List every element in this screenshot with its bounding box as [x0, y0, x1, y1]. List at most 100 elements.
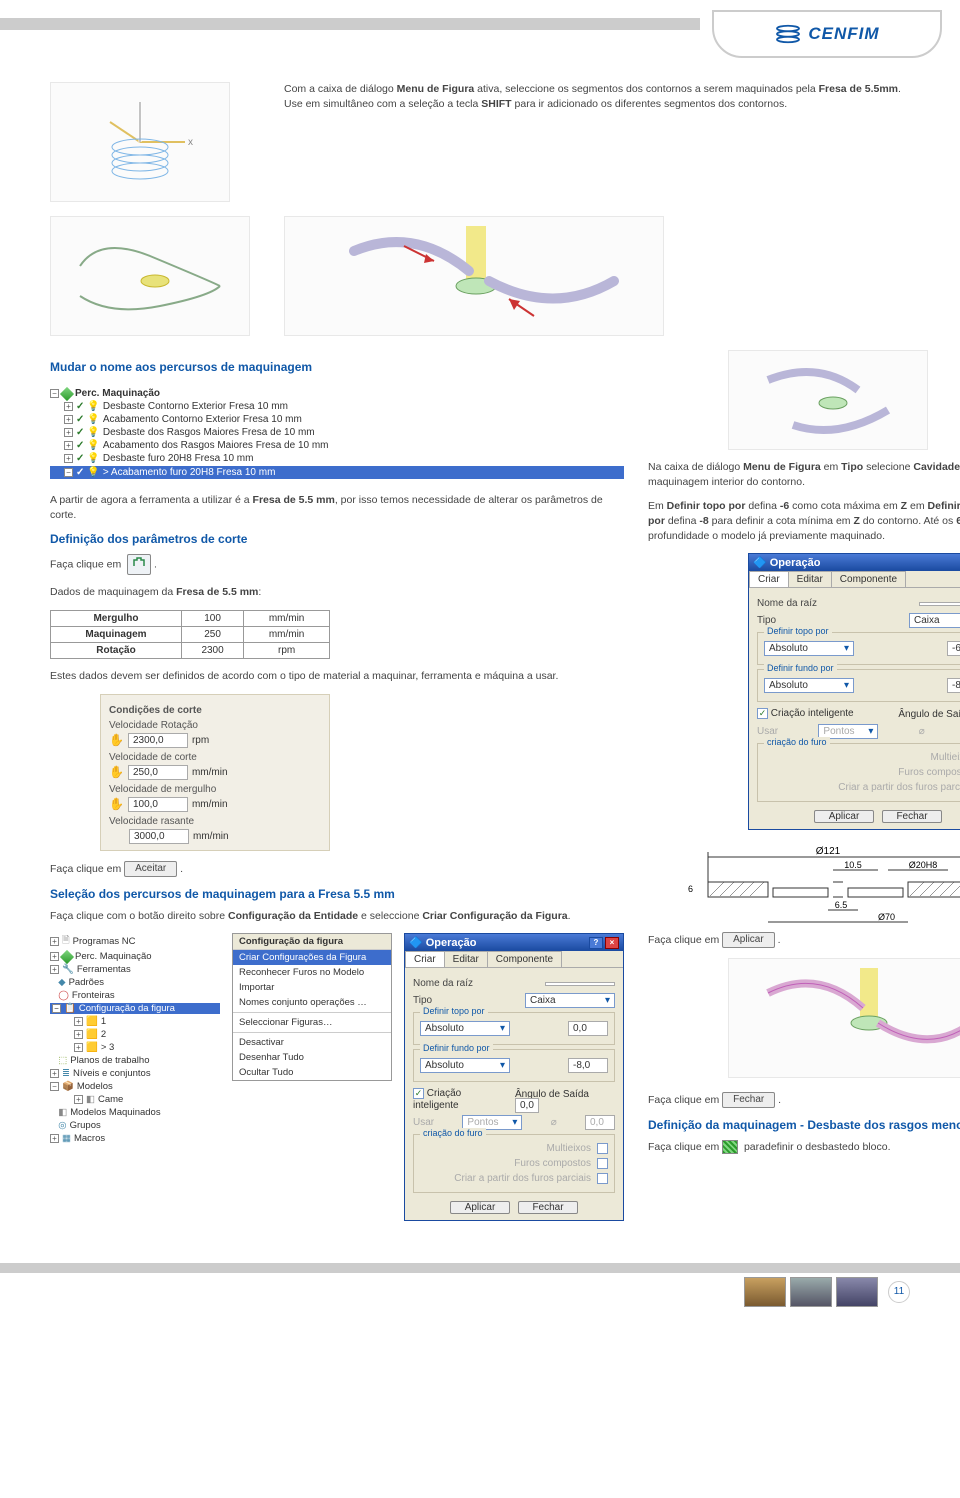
tree-item[interactable]: +◧Came	[50, 1094, 220, 1105]
panel-title: Condições de corte	[109, 705, 321, 716]
tree-item[interactable]: +✓💡Desbaste furo 20H8 Fresa 10 mm	[50, 453, 624, 464]
tree-item[interactable]: ◆Padrões	[50, 977, 220, 988]
footer-thumbs: 11	[0, 1273, 960, 1319]
tree-item[interactable]: +Perc. Maquinação	[50, 951, 220, 962]
tree-item[interactable]: +▦Macros	[50, 1133, 220, 1144]
criacao-int-checkbox[interactable]: ✓	[757, 708, 768, 719]
fundo-value-input[interactable]: -8,0	[947, 678, 960, 693]
topo-mode-select[interactable]: Absoluto▾	[420, 1021, 510, 1036]
tab-componente[interactable]: Componente	[487, 951, 562, 967]
aplicar-button[interactable]: Aplicar	[450, 1201, 510, 1214]
operation-dialog-right: 🔷Operação ?× Criar Editar Componente Nom…	[748, 553, 960, 829]
footer-bar	[0, 1263, 960, 1273]
context-composite: +🗎Programas NC +Perc. Maquinação +🔧Ferra…	[50, 933, 624, 1232]
topo-mode-select[interactable]: Absoluto▾	[764, 641, 854, 656]
aplicar-button[interactable]: Aplicar	[722, 932, 775, 948]
tree-item[interactable]: +≣Níveis e conjuntos	[50, 1068, 220, 1079]
menu-item[interactable]: Seleccionar Figuras…	[233, 1015, 391, 1030]
heading-mudar-nome: Mudar o nome aos percursos de maquinagem	[50, 360, 624, 374]
intro-paragraph: Com a caixa de diálogo Menu de Figura at…	[284, 82, 910, 111]
topo-value-input[interactable]: 0,0	[568, 1021, 608, 1036]
menu-item-selected[interactable]: Criar Configurações da Figura	[233, 950, 391, 965]
criacao-int-checkbox[interactable]: ✓	[413, 1088, 424, 1099]
tree-item[interactable]: ⬚Planos de trabalho	[50, 1055, 220, 1066]
context-menu: Configuração da figura Criar Configuraçõ…	[232, 933, 392, 1081]
topo-value-input[interactable]: -6,0	[947, 641, 960, 656]
tree-item[interactable]: ◎Grupos	[50, 1120, 220, 1131]
tab-criar[interactable]: Criar	[405, 951, 445, 967]
roughing-icon[interactable]	[722, 1140, 738, 1154]
svg-text:x: x	[188, 137, 193, 148]
feed-input[interactable]: 250,0	[128, 765, 188, 780]
dialog-titlebar: 🔷Operação ?×	[749, 554, 960, 571]
tree-item[interactable]: +✓💡Acabamento Contorno Exterior Fresa 10…	[50, 414, 624, 425]
figure-contour-selection-b	[284, 216, 664, 336]
rapid-input[interactable]: 3000,0	[129, 829, 189, 844]
tab-componente[interactable]: Componente	[831, 571, 906, 587]
page-body: x Com a caixa de diálogo Menu de Figura …	[0, 62, 960, 1253]
figure-result-toolpath	[728, 958, 960, 1078]
click-fechar: Faça clique em Fechar .	[648, 1092, 960, 1108]
close-button[interactable]: ×	[605, 937, 619, 949]
tree-item[interactable]: +🗎Programas NC	[50, 933, 220, 949]
tree-item[interactable]: +🔧Ferramentas	[50, 964, 220, 975]
aplicar-button[interactable]: Aplicar	[814, 810, 874, 823]
tipo-select[interactable]: Caixa▾	[909, 613, 960, 628]
paragraph-cavidade: Na caixa de diálogo Menu de Figura em Ti…	[648, 460, 960, 489]
svg-text:6.5: 6.5	[835, 900, 848, 910]
heading-def-maq: Definição da maquinagem - Desbaste dos r…	[648, 1118, 960, 1132]
fechar-button[interactable]: Fechar	[882, 810, 942, 823]
menu-item[interactable]: Importar	[233, 980, 391, 995]
multi-checkbox	[597, 1143, 608, 1154]
tree-item[interactable]: +🟨1	[50, 1016, 220, 1027]
cutting-conditions-panel: Condições de corte Velocidade Rotação ✋2…	[100, 694, 330, 851]
machining-tree: − Perc. Maquinação +✓💡Desbaste Contorno …	[50, 382, 624, 483]
cenfim-swirl-icon	[774, 23, 802, 45]
svg-text:6: 6	[688, 884, 693, 894]
figure-cavity-small	[728, 350, 928, 450]
angulo-input[interactable]: 0,0	[515, 1098, 539, 1113]
diamond-icon	[60, 386, 74, 400]
tree-item[interactable]: +✓💡Desbaste Contorno Exterior Fresa 10 m…	[50, 401, 624, 412]
tipo-select[interactable]: Caixa▾	[525, 993, 615, 1008]
tree-item-selected[interactable]: −✓💡> Acabamento furo 20H8 Fresa 10 mm	[50, 466, 624, 479]
tree-item[interactable]: +✓💡Desbaste dos Rasgos Maiores Fresa de …	[50, 427, 624, 438]
tree-item-selected[interactable]: −📋Configuração da figura	[50, 1003, 220, 1014]
furos-checkbox	[597, 1158, 608, 1169]
svg-text:Ø20H8: Ø20H8	[909, 860, 938, 870]
tab-criar[interactable]: Criar	[749, 571, 789, 587]
fechar-button[interactable]: Fechar	[722, 1092, 775, 1108]
page-header: CENFIM	[0, 18, 960, 62]
fundo-mode-select[interactable]: Absoluto▾	[420, 1058, 510, 1073]
heading-sel-percursos: Seleção dos percursos de maquinagem para…	[50, 887, 624, 901]
nome-input[interactable]	[545, 982, 615, 986]
tab-editar[interactable]: Editar	[788, 571, 832, 587]
menu-item[interactable]: Ocultar Tudo	[233, 1065, 391, 1080]
fechar-button[interactable]: Fechar	[518, 1201, 578, 1214]
tool-params-icon[interactable]	[127, 554, 151, 575]
menu-item[interactable]: Desenhar Tudo	[233, 1050, 391, 1065]
tree-item[interactable]: +✓💡Acabamento dos Rasgos Maiores Fresa d…	[50, 440, 624, 451]
table-row: Maquinagem250mm/min	[51, 627, 330, 643]
help-button[interactable]: ?	[589, 937, 603, 949]
menu-item[interactable]: Nomes conjunto operações …	[233, 995, 391, 1010]
tab-editar[interactable]: Editar	[444, 951, 488, 967]
tree-collapse-icon[interactable]: −	[50, 389, 59, 398]
tree-item[interactable]: +🟨2	[50, 1029, 220, 1040]
tree-item[interactable]: ◧Modelos Maquinados	[50, 1107, 220, 1118]
paragraph-sel-percursos: Faça clique com o botão direito sobre Co…	[50, 909, 624, 924]
svg-text:10.5: 10.5	[844, 860, 862, 870]
operation-dialog: 🔷Operação ?× Criar Editar Componente Nom…	[404, 933, 624, 1220]
tree-item[interactable]: ◯Fronteiras	[50, 990, 220, 1001]
plunge-input[interactable]: 100,0	[128, 797, 188, 812]
app-icon: 🔷	[753, 556, 767, 569]
tree-item[interactable]: +🟨> 3	[50, 1042, 220, 1053]
nome-input[interactable]	[919, 602, 960, 606]
menu-item[interactable]: Desactivar	[233, 1035, 391, 1050]
fundo-mode-select[interactable]: Absoluto▾	[764, 678, 854, 693]
fundo-value-input[interactable]: -8,0	[568, 1058, 608, 1073]
aceitar-button[interactable]: Aceitar	[124, 861, 177, 877]
rpm-input[interactable]: 2300,0	[128, 733, 188, 748]
menu-item[interactable]: Reconhecer Furos no Modelo	[233, 965, 391, 980]
tree-item[interactable]: −📦Modelos	[50, 1081, 220, 1092]
